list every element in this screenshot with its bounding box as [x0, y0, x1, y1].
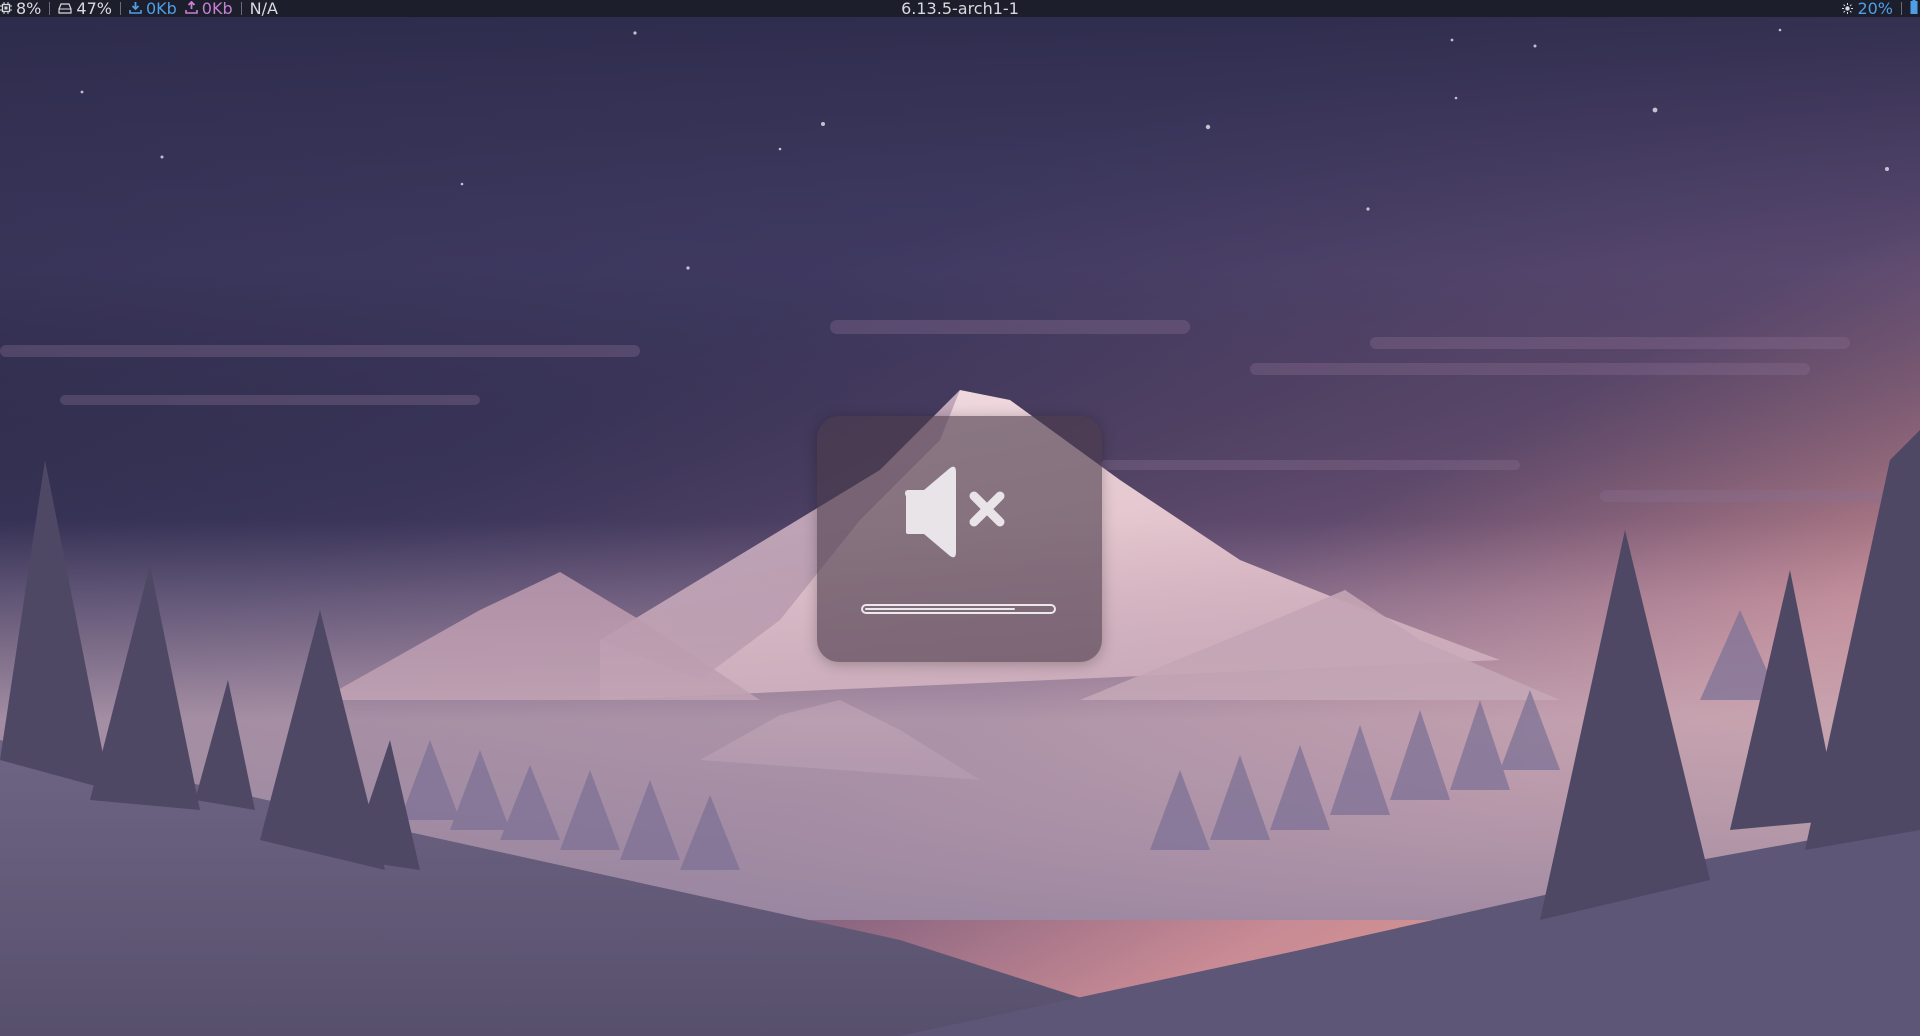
separator: [240, 2, 242, 15]
status-bar-center: 6.13.5-arch1-1: [0, 0, 1920, 17]
battery-icon: [1910, 0, 1918, 17]
separator: [49, 2, 51, 15]
cpu-chip-icon: [0, 0, 12, 17]
volume-osd-popup: [817, 416, 1102, 662]
download-rate-value: 0Kb: [145, 0, 177, 18]
status-bar-left: 8% 47% 0Kb 0Kb N/A: [0, 0, 278, 17]
battery-widget[interactable]: [1910, 0, 1920, 17]
cpu-usage-value: 8%: [16, 0, 42, 18]
volume-level-bar: [861, 604, 1056, 614]
brightness-value: 20%: [1857, 0, 1893, 18]
download-icon: [129, 0, 142, 17]
disk-usage-value: 47%: [76, 0, 112, 18]
upload-icon: [184, 0, 198, 17]
status-bar-right: 20%: [1842, 0, 1920, 17]
speaker-muted-icon: [905, 466, 1005, 558]
hard-drive-icon: [58, 0, 72, 17]
separator: [1901, 2, 1902, 15]
cpu-widget[interactable]: 8%: [0, 0, 41, 17]
disk-widget[interactable]: 47%: [58, 0, 112, 17]
kernel-version: 6.13.5-arch1-1: [901, 0, 1019, 18]
misc-widget[interactable]: N/A: [250, 0, 278, 17]
misc-status-value: N/A: [249, 0, 278, 18]
upload-rate-value: 0Kb: [201, 0, 233, 18]
network-widget[interactable]: 0Kb 0Kb: [129, 0, 233, 17]
brightness-widget[interactable]: 20%: [1842, 0, 1893, 17]
separator: [119, 2, 121, 15]
top-status-bar: 8% 47% 0Kb 0Kb N/A 6.13.5-arch1-1 20%: [0, 0, 1920, 17]
volume-level-fill: [865, 608, 1015, 610]
sun-icon: [1842, 0, 1854, 17]
